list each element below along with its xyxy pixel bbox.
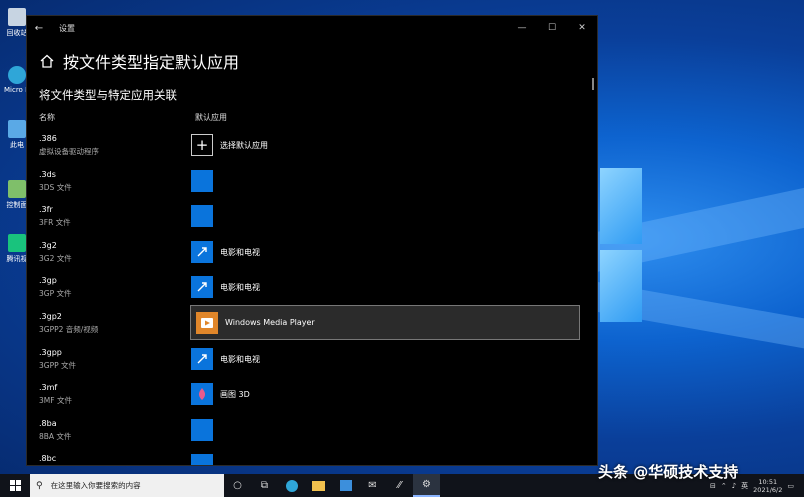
file-extension: .3fr [39, 205, 53, 214]
search-icon: ⚲ [36, 480, 43, 491]
chevron-up-icon[interactable]: ⌃ [721, 482, 727, 490]
default-app-button[interactable] [191, 201, 213, 231]
watermark: 头条 @华硕技术支持 [598, 463, 739, 481]
video-app-icon [8, 234, 26, 252]
file-type-description: 3GPP2 音频/视频 [39, 325, 99, 334]
edge-icon [8, 66, 26, 84]
default-app-button[interactable]: 电影和电视 [191, 237, 260, 267]
file-type-row: .3gpp 3GPP 文件 电影和电视 [27, 348, 597, 383]
desktop-logo-pane [600, 250, 642, 322]
file-type-description: 8BA 文件 [39, 432, 72, 441]
close-button[interactable]: ✕ [567, 23, 597, 33]
file-type-description: 3FR 文件 [39, 218, 71, 227]
movies-tv-icon [191, 348, 213, 370]
network-icon[interactable]: ⊟ [710, 482, 716, 490]
default-app-button[interactable] [191, 450, 213, 465]
section-subtitle: 将文件类型与特定应用关联 [39, 88, 177, 102]
desktop-logo-pane [600, 168, 642, 244]
back-arrow-icon[interactable]: ← [27, 23, 51, 34]
mail-icon[interactable]: ✉ [359, 474, 386, 497]
app-name: 电影和电视 [220, 282, 260, 292]
file-extension: .3gpp [39, 348, 62, 357]
file-type-description: 3G2 文件 [39, 254, 72, 263]
clock[interactable]: 10:51 2021/6/2 [753, 478, 782, 494]
app-name: Windows Media Player [225, 318, 315, 327]
default-app-button[interactable] [191, 166, 213, 196]
store-icon[interactable] [332, 474, 359, 497]
file-type-row: .3ds 3DS 文件 [27, 170, 597, 205]
file-type-row: .3g2 3G2 文件 电影和电视 [27, 241, 597, 276]
file-extension: .3mf [39, 383, 58, 392]
settings-window: ← 设置 — ☐ ✕ 按文件类型指定默认应用 将文件类型与特定应用关联 名称 默… [26, 15, 598, 466]
app-name: 电影和电视 [220, 247, 260, 257]
edge-taskbar-icon[interactable] [278, 474, 305, 497]
clock-time: 10:51 [758, 477, 778, 486]
title-bar: ← 设置 — ☐ ✕ [27, 16, 597, 40]
default-app-button[interactable]: 电影和电视 [191, 344, 260, 374]
file-extension: .8bc [39, 454, 57, 463]
control-panel-icon [8, 180, 26, 198]
plus-icon: + [191, 134, 213, 156]
notification-icon[interactable]: ▭ [787, 482, 794, 490]
search-placeholder: 在这里输入你要搜索的内容 [50, 481, 141, 490]
computer-icon [8, 120, 26, 138]
column-header-name: 名称 [39, 113, 55, 122]
windows-media-player-icon [196, 311, 218, 334]
windows-logo-icon [9, 480, 21, 491]
ime-indicator[interactable]: 英 [741, 481, 748, 491]
file-type-description: 虚拟设备驱动程序 [39, 147, 99, 156]
paint-3d-icon [191, 383, 213, 405]
app-tile-icon [191, 205, 213, 227]
file-type-description: 3GPP 文件 [39, 361, 77, 370]
default-app-button[interactable]: 电影和电视 [191, 272, 260, 302]
window-title: 设置 [59, 23, 75, 33]
default-app-button[interactable]: + 选择默认应用 [191, 130, 268, 160]
maximize-button[interactable]: ☐ [537, 23, 567, 33]
settings-taskbar-icon[interactable]: ⚙ [413, 474, 440, 497]
default-app-button[interactable] [191, 415, 213, 445]
file-extension: .3ds [39, 170, 56, 179]
file-type-row: .8ba 8BA 文件 [27, 419, 597, 454]
recycle-bin-icon [8, 8, 26, 26]
scrollbar[interactable] [592, 78, 594, 90]
app-icon[interactable]: ⁄⁄ [386, 474, 413, 497]
app-name: 选择默认应用 [220, 140, 268, 150]
file-type-description: 3DS 文件 [39, 183, 72, 192]
app-name: 电影和电视 [220, 354, 260, 364]
cortana-icon[interactable]: ○ [224, 474, 251, 497]
page-title: 按文件类型指定默认应用 [63, 53, 240, 72]
home-icon[interactable] [39, 54, 55, 68]
app-name: 画图 3D [220, 389, 250, 399]
file-type-row: .3fr 3FR 文件 [27, 205, 597, 240]
file-type-description: 3GP 文件 [39, 289, 72, 298]
app-tile-icon [191, 419, 213, 441]
file-extension: .3gp2 [39, 312, 62, 321]
default-app-button[interactable]: 画图 3D [191, 379, 250, 409]
app-tile-icon [191, 170, 213, 192]
clock-date: 2021/6/2 [753, 485, 783, 494]
file-type-row: .8bc [27, 454, 597, 465]
movies-tv-icon [191, 276, 213, 298]
column-header-default-app: 默认应用 [195, 113, 227, 122]
start-button[interactable] [0, 480, 30, 491]
minimize-button[interactable]: — [507, 23, 537, 33]
file-explorer-icon[interactable] [305, 474, 332, 497]
taskbar-search-box[interactable]: ⚲ 在这里输入你要搜索的内容 [30, 474, 224, 497]
file-extension: .3g2 [39, 241, 57, 250]
file-extension: .3gp [39, 276, 57, 285]
file-extension: .8ba [39, 419, 57, 428]
app-tile-icon [191, 454, 213, 465]
file-extension: .386 [39, 134, 57, 143]
volume-icon[interactable]: ♪ [732, 482, 736, 490]
file-type-description: 3MF 文件 [39, 396, 72, 405]
file-type-row: .386 虚拟设备驱动程序 + 选择默认应用 [27, 134, 597, 169]
file-type-row: .3mf 3MF 文件 画图 3D [27, 383, 597, 418]
task-view-icon[interactable]: ⧉ [251, 474, 278, 497]
file-type-row: .3gp2 3GPP2 音频/视频 Windows Media Player [27, 305, 597, 347]
default-app-button-selected[interactable]: Windows Media Player [190, 305, 580, 340]
movies-tv-icon [191, 241, 213, 263]
